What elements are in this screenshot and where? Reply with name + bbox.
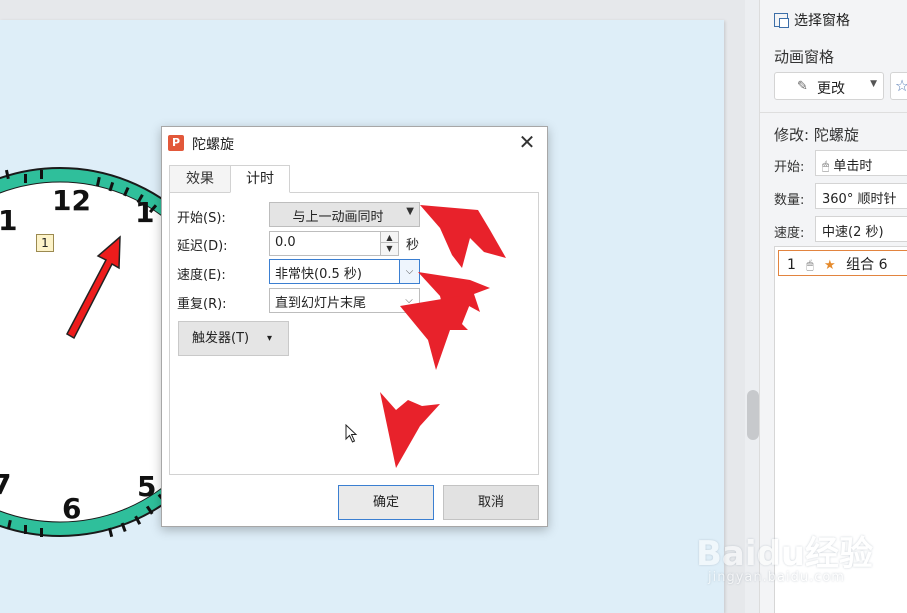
repeat-value: 直到幻灯片末尾 (275, 296, 367, 311)
dropdown-chevron-icon[interactable]: ⌵ (399, 289, 419, 312)
mouse-icon: 🖱 (822, 159, 830, 173)
clock-number-5: 5 (137, 470, 156, 503)
modify-button-label: 更改 (817, 81, 845, 97)
clock-number-1: 1 (135, 196, 154, 229)
speed-select[interactable]: 中速(2 秒) (815, 216, 907, 242)
animation-pane-title: 动画窗格 (774, 48, 835, 66)
list-item-name: 组合 6 (846, 257, 888, 273)
tab-effect[interactable]: 效果 (169, 165, 231, 193)
chevron-down-icon: ▼ (870, 79, 877, 89)
animation-list-item[interactable]: 1 🖱 ★ 组合 6 (778, 250, 907, 276)
list-item-number: 1 (787, 257, 796, 273)
watermark-logo: Baidu经验 (696, 534, 874, 574)
trigger-button[interactable]: 触发器(T) ▾ (178, 321, 289, 356)
panel-divider (760, 112, 907, 113)
select-pane-link[interactable]: 选择窗格 (774, 10, 850, 30)
ok-button[interactable]: 确定 (338, 485, 434, 520)
quantity-select[interactable]: 360° 顺时针 (815, 183, 907, 209)
quantity-label: 数量: (774, 193, 805, 208)
speed-value: 非常快(0.5 秒) (275, 267, 362, 282)
delay-spinner[interactable]: ▲ ▼ (380, 231, 399, 256)
wps-logo-icon: P (168, 135, 184, 151)
select-pane-label: 选择窗格 (794, 13, 850, 29)
repeat-label: 重复(R): (177, 297, 227, 312)
start-select[interactable]: 🖱 单击时 (815, 150, 907, 176)
clock-number-12: 12 (52, 184, 91, 217)
tab-timing[interactable]: 计时 (230, 165, 290, 193)
trigger-button-label: 触发器(T) (192, 331, 250, 346)
baidu-watermark: Baidu经验 jingyan.baidu.com (696, 508, 886, 608)
dialog-titlebar[interactable]: P 陀螺旋 ✕ (162, 127, 547, 159)
start-value: 与上一动画同时 (292, 210, 384, 225)
start-value: 单击时 (833, 159, 873, 174)
delay-input[interactable]: 0.0 (269, 231, 381, 256)
delay-unit: 秒 (406, 238, 420, 253)
clock-number-7: 7 (0, 468, 11, 501)
delay-label: 延迟(D): (177, 239, 228, 254)
scrollbar-thumb[interactable] (747, 390, 759, 440)
speed-label: 速度(E): (177, 268, 226, 283)
cancel-button[interactable]: 取消 (443, 485, 539, 520)
spinner-arrow-icon[interactable]: ▼ (381, 243, 398, 254)
repeat-dropdown[interactable]: 直到幻灯片末尾 ⌵ (269, 288, 420, 313)
close-icon[interactable]: ✕ (512, 129, 542, 157)
pencil-icon: ✎ (797, 79, 808, 94)
watermark-url: jingyan.baidu.com (708, 570, 845, 585)
spin-effect-dialog: P 陀螺旋 ✕ 效果 计时 开始(S): 与上一动画同时 ▼ 延迟(D): 0.… (161, 126, 548, 527)
start-label: 开始: (774, 160, 805, 175)
clock-number-11: 1 (0, 204, 17, 237)
speed-dropdown[interactable]: 非常快(0.5 秒) ⌵ (269, 259, 420, 284)
chevron-down-icon: ▾ (266, 333, 272, 344)
speed-label: 速度: (774, 226, 805, 241)
animation-order-tag[interactable]: 1 (36, 234, 54, 252)
spinner-arrow-icon[interactable]: ▲ (381, 232, 398, 243)
star-effect-icon: ★ (824, 258, 836, 273)
dropdown-chevron-icon[interactable]: ⌵ (399, 260, 419, 283)
start-label: 开始(S): (177, 211, 226, 226)
star-effect-icon[interactable]: ☆ (890, 72, 907, 100)
dropdown-chevron-icon: ▼ (406, 206, 414, 217)
dialog-title: 陀螺旋 (192, 137, 234, 153)
clock-number-6: 6 (62, 492, 81, 525)
cursor-icon (345, 424, 358, 443)
modify-effect-label: 修改: 陀螺旋 (774, 126, 859, 144)
start-dropdown[interactable]: 与上一动画同时 ▼ (269, 202, 420, 227)
modify-effect-button[interactable]: ✎ 更改 ▼ (774, 72, 884, 100)
mouse-icon: 🖱 (806, 258, 814, 272)
select-pane-icon (774, 13, 789, 28)
